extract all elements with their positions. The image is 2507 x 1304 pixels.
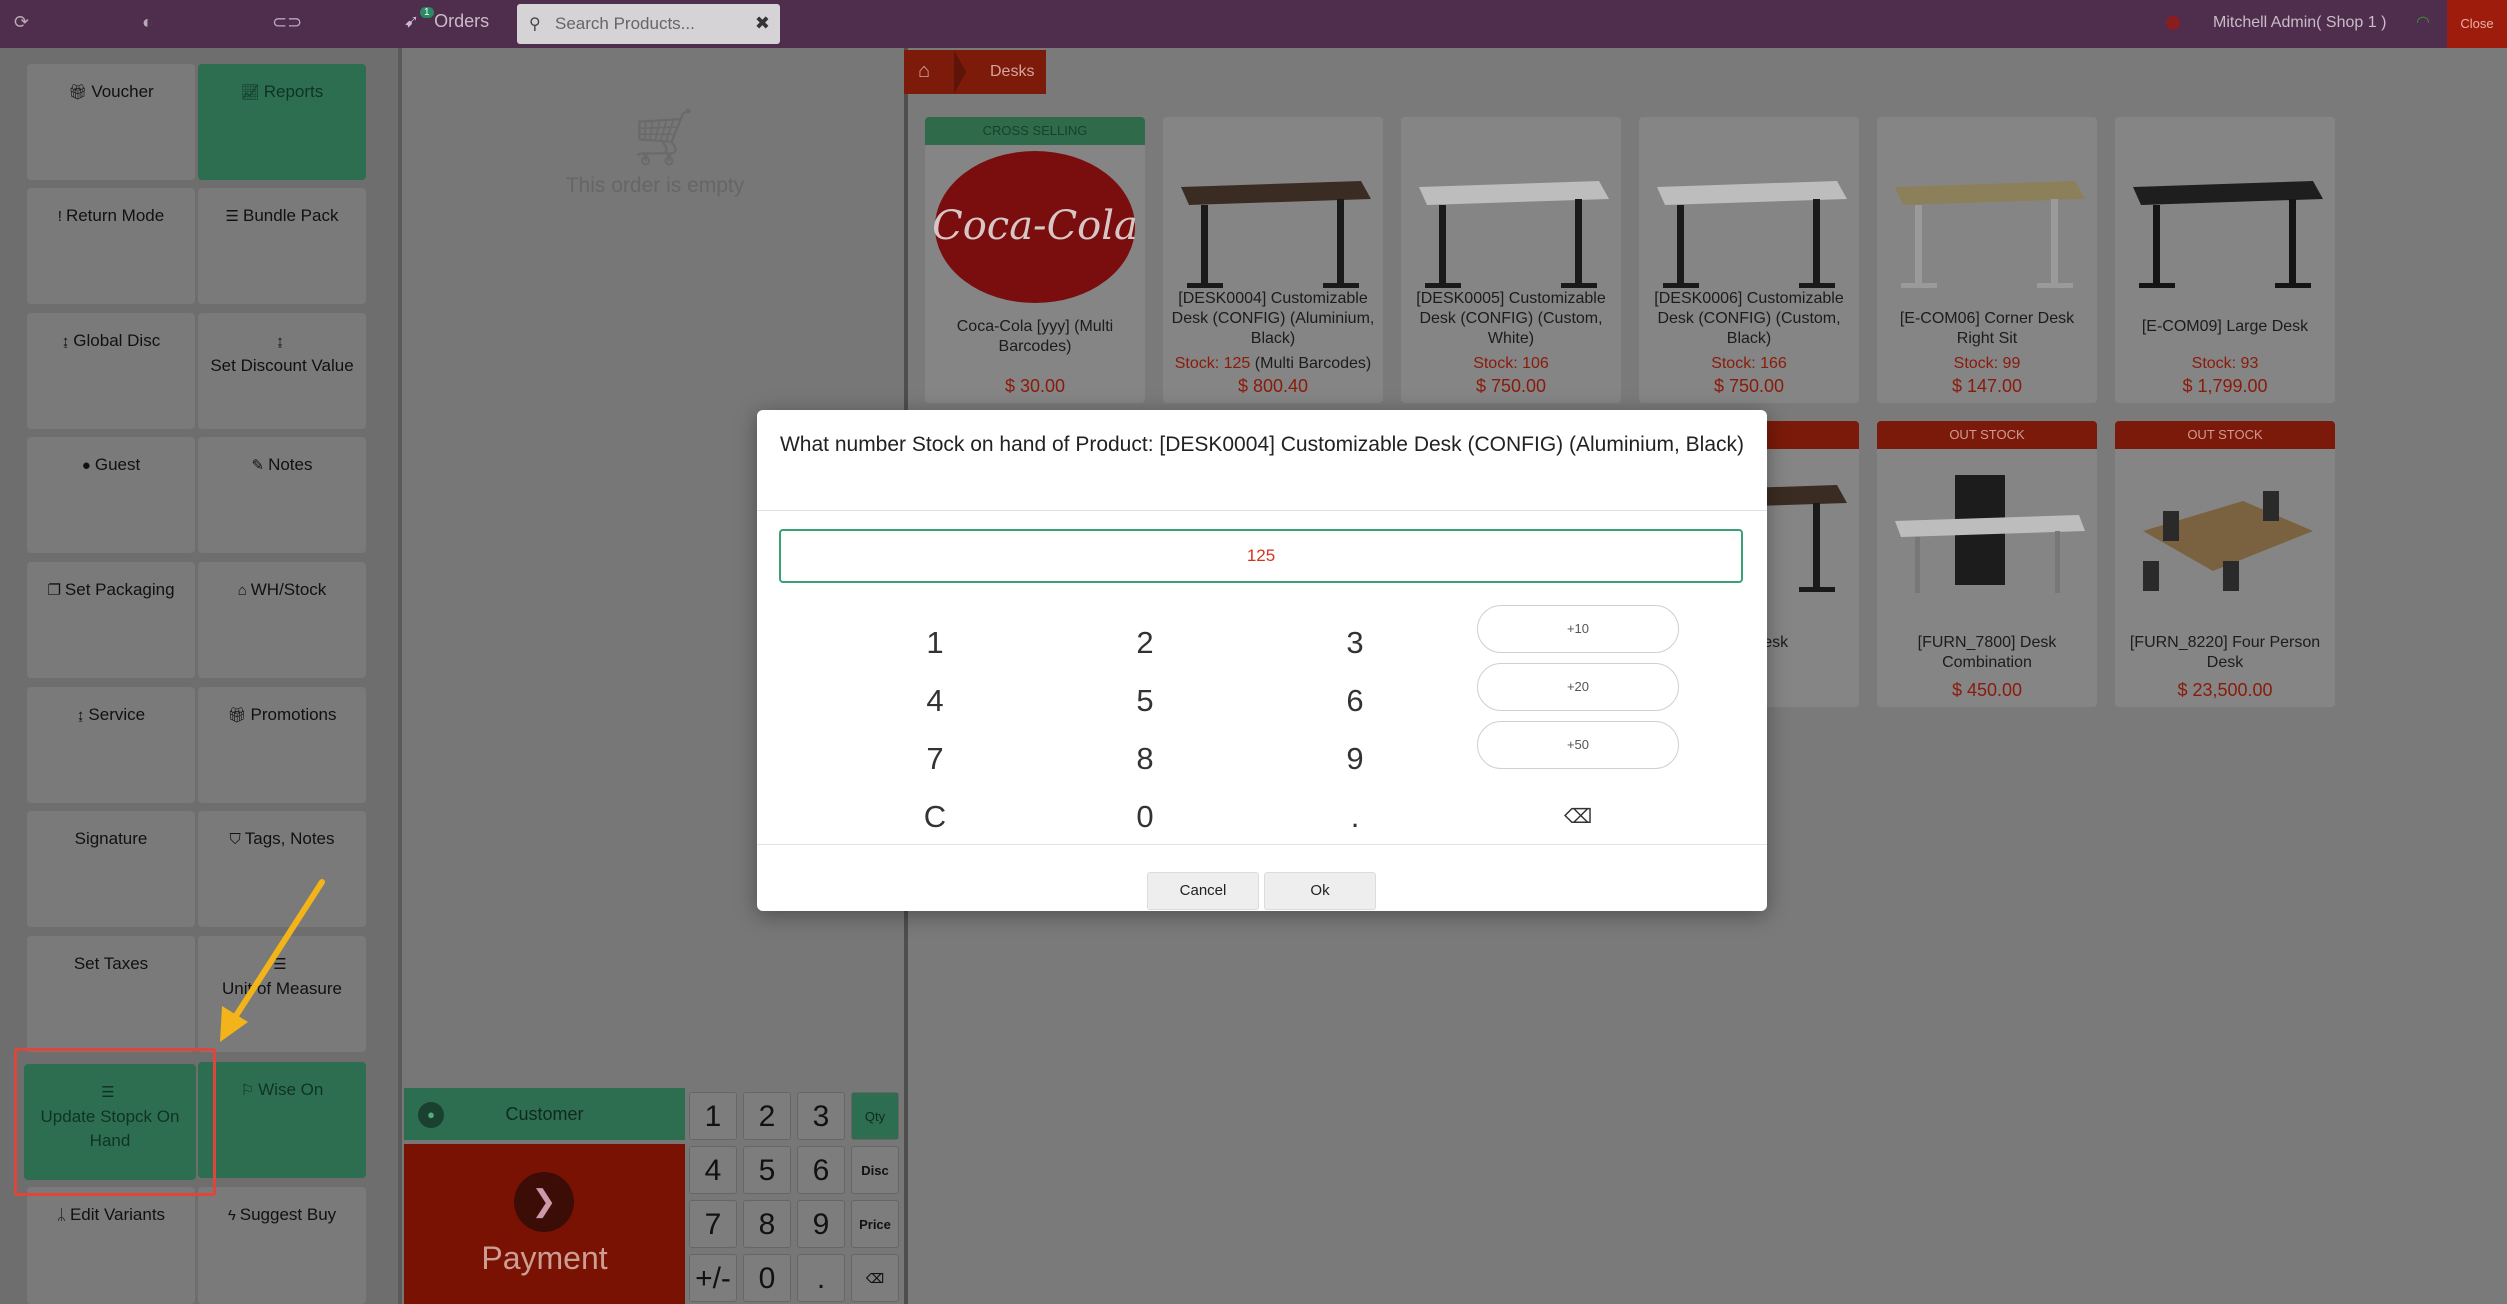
annotation-arrow [220, 879, 325, 1042]
